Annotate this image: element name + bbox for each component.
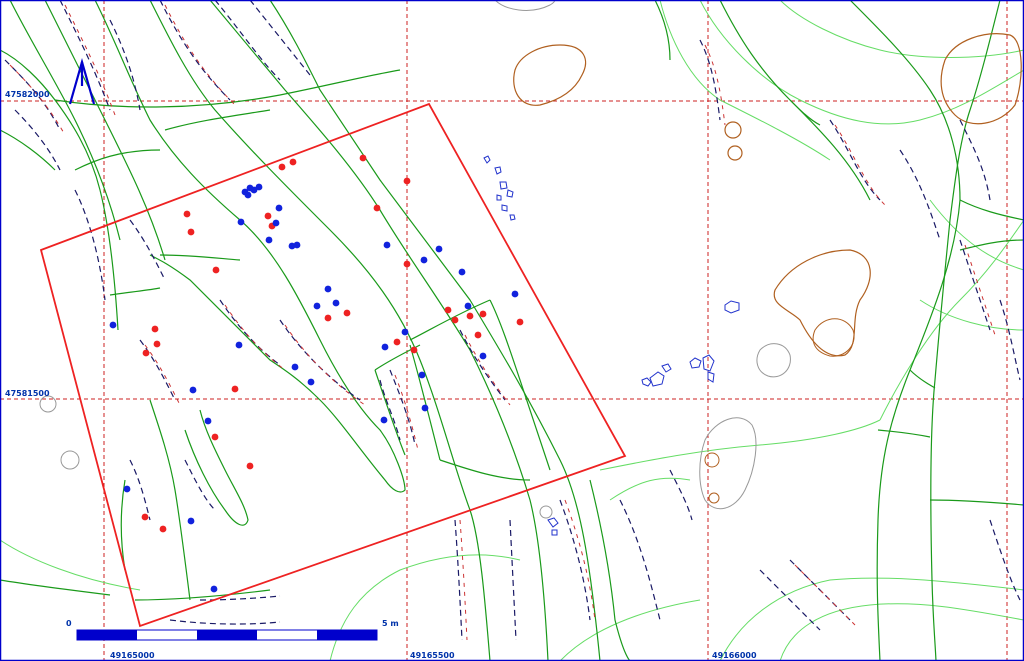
red-survey-point xyxy=(231,385,239,393)
blue-survey-point xyxy=(383,241,391,249)
coord-label-x-right: 49166000 xyxy=(712,651,757,660)
blue-survey-point xyxy=(313,302,321,310)
red-survey-point xyxy=(212,266,220,274)
red-survey-point xyxy=(474,331,482,339)
red-survey-point xyxy=(324,314,332,322)
coord-label-x-mid: 49165500 xyxy=(410,651,455,660)
red-survey-point xyxy=(141,513,149,521)
red-survey-point xyxy=(403,260,411,268)
red-survey-point xyxy=(373,204,381,212)
coord-label-y-top: 47582000 xyxy=(5,90,50,99)
blue-survey-point xyxy=(109,321,117,329)
blue-survey-point xyxy=(187,517,195,525)
blue-survey-point xyxy=(479,352,487,360)
blue-survey-point xyxy=(380,416,388,424)
red-survey-point xyxy=(479,310,487,318)
red-survey-point xyxy=(153,340,161,348)
blue-survey-point xyxy=(255,183,263,191)
blue-survey-point xyxy=(307,378,315,386)
red-survey-point xyxy=(264,212,272,220)
red-survey-point xyxy=(246,462,254,470)
red-survey-point xyxy=(187,228,195,236)
blue-survey-point xyxy=(435,245,443,253)
blue-survey-point xyxy=(265,236,273,244)
blue-survey-point xyxy=(189,386,197,394)
scale-start-label: 0 xyxy=(66,619,72,628)
red-survey-point xyxy=(359,154,367,162)
blue-survey-point xyxy=(235,341,243,349)
blue-survey-point xyxy=(204,417,212,425)
red-survey-point xyxy=(289,158,297,166)
red-survey-point xyxy=(278,163,286,171)
red-survey-point xyxy=(343,309,351,317)
blue-survey-point xyxy=(210,585,218,593)
red-survey-point xyxy=(403,177,411,185)
blue-survey-point xyxy=(123,485,131,493)
cadastral-map: 47582000 47581500 49165000 49165500 4916… xyxy=(0,0,1024,661)
blue-survey-point xyxy=(272,219,280,227)
red-survey-point xyxy=(183,210,191,218)
blue-survey-point xyxy=(275,204,283,212)
blue-survey-point xyxy=(293,241,301,249)
red-survey-point xyxy=(444,306,452,314)
blue-survey-point xyxy=(401,328,409,336)
blue-survey-point xyxy=(332,299,340,307)
blue-survey-point xyxy=(381,343,389,351)
blue-survey-point xyxy=(418,371,426,379)
red-survey-point xyxy=(151,325,159,333)
blue-survey-point xyxy=(324,285,332,293)
blue-survey-point xyxy=(244,191,252,199)
red-survey-point xyxy=(142,349,150,357)
scale-end-label: 5 m xyxy=(382,619,399,628)
red-survey-point xyxy=(393,338,401,346)
coord-label-y-mid: 47581500 xyxy=(5,389,50,398)
coord-label-x-left: 49165000 xyxy=(110,651,155,660)
red-survey-point xyxy=(451,316,459,324)
red-survey-point xyxy=(466,312,474,320)
blue-survey-point xyxy=(421,404,429,412)
red-survey-point xyxy=(516,318,524,326)
blue-survey-point xyxy=(511,290,519,298)
red-survey-point xyxy=(211,433,219,441)
blue-survey-point xyxy=(291,363,299,371)
red-survey-point xyxy=(159,525,167,533)
blue-survey-point xyxy=(420,256,428,264)
blue-survey-point xyxy=(458,268,466,276)
blue-survey-point xyxy=(237,218,245,226)
blue-survey-point xyxy=(464,302,472,310)
red-survey-point xyxy=(410,346,418,354)
